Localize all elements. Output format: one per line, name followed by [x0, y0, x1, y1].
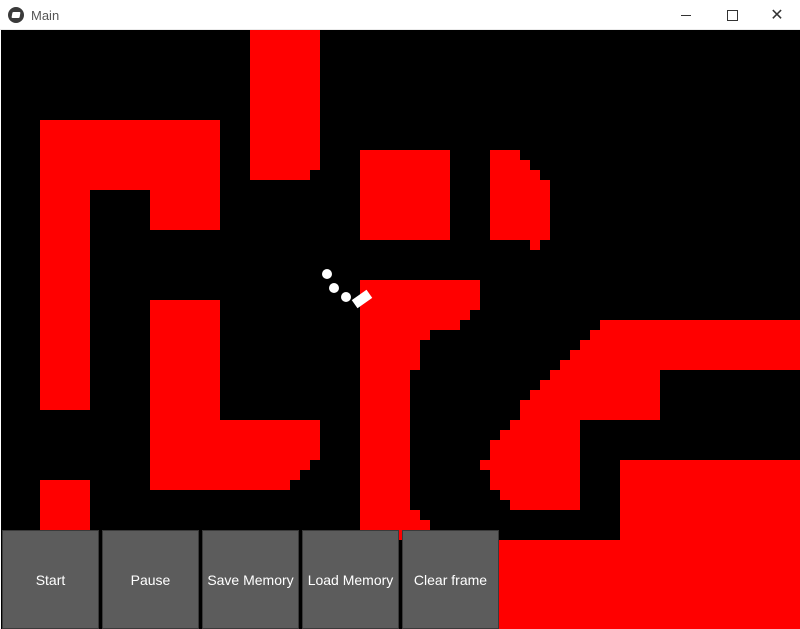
wall-segment [220, 470, 300, 480]
wall-segment [250, 30, 320, 170]
wall-segment [220, 420, 320, 460]
wall-segment [620, 460, 800, 629]
sensor-dot [329, 283, 339, 293]
maximize-button[interactable] [709, 0, 755, 30]
kivy-logo-icon [8, 7, 24, 23]
start-button[interactable]: Start [2, 530, 99, 629]
wall-segment [150, 300, 220, 490]
wall-segment [520, 160, 530, 240]
wall-segment [360, 280, 480, 310]
wall-segment [360, 370, 410, 510]
wall-segment [530, 170, 540, 240]
wall-segment [540, 420, 580, 510]
wall-segment [520, 400, 530, 510]
wall-segment [550, 370, 560, 420]
minimize-icon [681, 14, 691, 16]
wall-segment [500, 430, 510, 500]
window-title: Main [31, 8, 60, 23]
wall-segment [560, 370, 660, 420]
wall-segment [530, 390, 540, 510]
minimize-button[interactable] [663, 0, 709, 30]
sensor-dot [322, 269, 332, 279]
app-window: Main ✕ Start Pause Save Memory Load Memo… [0, 0, 800, 629]
wall-segment [540, 180, 550, 240]
wall-segment [360, 310, 470, 320]
clear-frame-button[interactable]: Clear frame [402, 530, 499, 629]
wall-segment [496, 540, 626, 629]
wall-segment [490, 150, 520, 240]
wall-segment [360, 330, 430, 340]
maximize-icon [726, 9, 738, 21]
wall-segment [220, 480, 290, 490]
wall-segment [360, 510, 420, 520]
pause-button[interactable]: Pause [102, 530, 199, 629]
wall-segment [40, 120, 220, 190]
wall-segment [480, 460, 490, 470]
wall-segment [590, 330, 600, 370]
wall-segment [540, 380, 550, 420]
wall-segment [580, 340, 590, 370]
wall-segment [220, 460, 310, 470]
close-button[interactable]: ✕ [754, 0, 800, 30]
title-bar[interactable]: Main ✕ [0, 0, 800, 30]
close-icon: ✕ [770, 7, 784, 24]
wall-segment [510, 420, 520, 510]
wall-segment [530, 240, 540, 250]
wall-segment [570, 350, 580, 370]
save-memory-button[interactable]: Save Memory [202, 530, 299, 629]
wall-segment [490, 440, 500, 490]
wall-segment [150, 190, 220, 230]
wall-segment [40, 190, 90, 410]
wall-segment [360, 320, 460, 330]
wall-segment [250, 170, 310, 180]
wall-segment [360, 150, 450, 240]
wall-segment [560, 360, 570, 370]
drawing-canvas[interactable]: Start Pause Save Memory Load Memory Clea… [1, 30, 800, 629]
wall-segment [600, 320, 800, 370]
load-memory-button[interactable]: Load Memory [302, 530, 399, 629]
sensor-dot [341, 292, 351, 302]
wall-segment [360, 340, 420, 370]
